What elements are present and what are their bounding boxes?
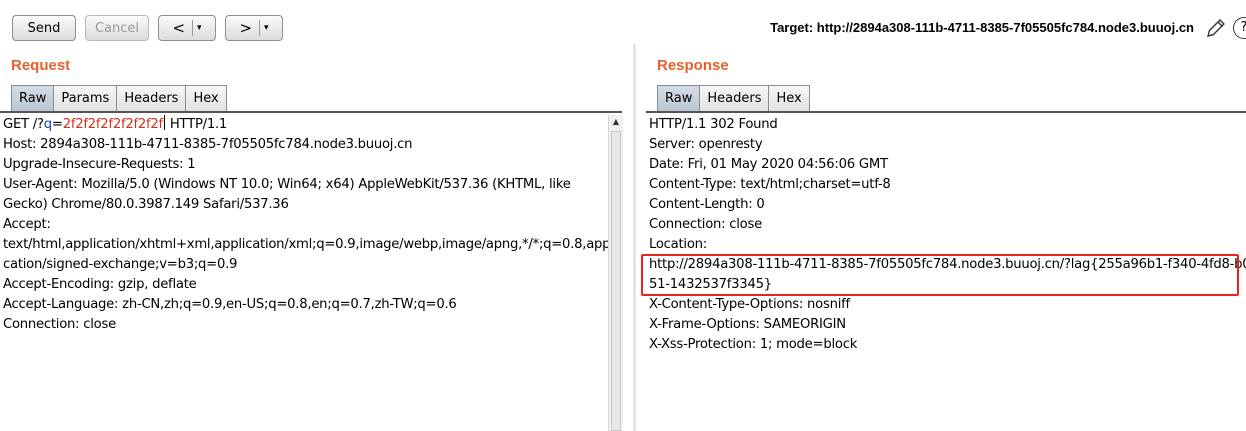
cancel-button[interactable]: Cancel xyxy=(85,15,149,41)
request-tabs: Raw Params Headers Hex xyxy=(11,85,227,111)
request-header-line: text/html,application/xhtml+xml,applicat… xyxy=(3,237,618,252)
request-method: GET /? xyxy=(3,117,44,132)
http-version: HTTP/1.1 xyxy=(165,117,228,132)
response-line: X-Frame-Options: SAMEORIGIN xyxy=(649,317,846,332)
toolbar: Send Cancel < ▾ > ▾ Target: http://2894a… xyxy=(0,0,1246,48)
response-line: HTTP/1.1 302 Found xyxy=(649,117,778,132)
pane-divider[interactable] xyxy=(633,44,636,431)
button-separator xyxy=(192,20,194,36)
request-editor[interactable]: GET /?q=2f2f2f2f2f2f2f2f HTTP/1.1 Host: … xyxy=(3,115,618,335)
request-tab-hex[interactable]: Hex xyxy=(185,85,227,111)
request-header-line: Accept-Language: zh-CN,zh;q=0.9,en-US;q=… xyxy=(3,297,457,312)
request-scrollbar[interactable]: ▲ xyxy=(608,115,623,431)
scroll-up-arrow-icon[interactable]: ▲ xyxy=(609,115,623,129)
request-header-line: Accept-Encoding: gzip, deflate xyxy=(3,277,197,292)
forward-button[interactable]: > ▾ xyxy=(225,15,283,41)
query-equals: = xyxy=(51,117,63,132)
button-separator xyxy=(259,20,261,36)
response-line: Server: openresty xyxy=(649,137,763,152)
text-caret xyxy=(163,115,165,130)
response-tab-headers[interactable]: Headers xyxy=(699,85,770,111)
request-header-line: cation/signed-exchange;v=b3;q=0.9 xyxy=(3,257,238,272)
request-tab-raw[interactable]: Raw xyxy=(11,85,55,111)
forward-arrow-icon: > xyxy=(239,19,253,37)
pencil-icon[interactable] xyxy=(1204,16,1228,44)
request-header-line: Upgrade-Insecure-Requests: 1 xyxy=(3,157,196,172)
chevron-down-icon: ▾ xyxy=(197,23,202,33)
back-arrow-icon: < xyxy=(172,19,186,37)
response-viewer[interactable]: HTTP/1.1 302 Found Server: openresty Dat… xyxy=(649,115,1246,355)
request-title: Request xyxy=(11,57,71,74)
request-header-line: User-Agent: Mozilla/5.0 (Windows NT 10.0… xyxy=(3,177,571,192)
request-line: GET /?q=2f2f2f2f2f2f2f2f HTTP/1.1 xyxy=(3,115,607,135)
response-line: X-Xss-Protection: 1; mode=block xyxy=(649,337,858,352)
location-highlight-box xyxy=(641,254,1239,296)
response-line: Connection: close xyxy=(649,217,762,232)
response-line: Date: Fri, 01 May 2020 04:56:06 GMT xyxy=(649,157,888,172)
request-tab-params[interactable]: Params xyxy=(53,85,118,111)
target-host: Target: http://2894a308-111b-4711-8385-7… xyxy=(770,20,1194,35)
query-param-value: 2f2f2f2f2f2f2f2f xyxy=(62,117,164,132)
send-button[interactable]: Send xyxy=(12,15,76,41)
request-header-line: Connection: close xyxy=(3,317,116,332)
response-line: Location: xyxy=(649,237,707,252)
scrollbar-thumb[interactable] xyxy=(611,131,621,431)
response-tab-underline xyxy=(646,111,1246,113)
response-line: Content-Length: 0 xyxy=(649,197,765,212)
response-line: X-Content-Type-Options: nosniff xyxy=(649,297,850,312)
response-tab-raw[interactable]: Raw xyxy=(657,85,701,111)
response-line: Content-Type: text/html;charset=utf-8 xyxy=(649,177,891,192)
request-header-line: Accept: xyxy=(3,217,51,232)
request-header-line: Host: 2894a308-111b-4711-8385-7f05505fc7… xyxy=(3,137,413,152)
request-tab-underline xyxy=(0,111,622,113)
help-icon[interactable]: ? xyxy=(1233,17,1246,39)
request-header-line: Gecko) Chrome/80.0.3987.149 Safari/537.3… xyxy=(3,197,289,212)
response-title: Response xyxy=(657,57,729,74)
chevron-down-icon: ▾ xyxy=(264,23,269,33)
back-button[interactable]: < ▾ xyxy=(158,15,216,41)
response-tab-hex[interactable]: Hex xyxy=(768,85,810,111)
query-param-name: q xyxy=(43,117,52,132)
request-tab-headers[interactable]: Headers xyxy=(116,85,187,111)
response-tabs: Raw Headers Hex xyxy=(657,85,810,111)
